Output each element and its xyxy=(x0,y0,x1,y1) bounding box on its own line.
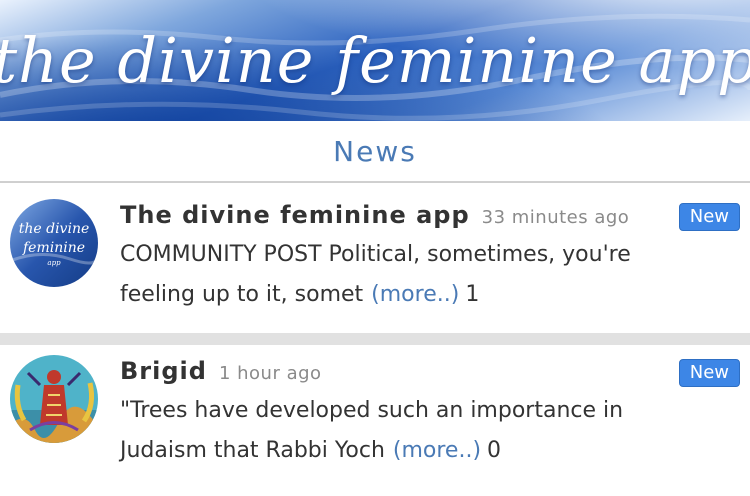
page-title: News xyxy=(333,134,417,168)
item-separator xyxy=(0,333,750,345)
post-excerpt: "Trees have developed such an importance… xyxy=(120,391,690,471)
page-header: News xyxy=(0,121,750,182)
new-badge: New xyxy=(678,203,740,231)
comment-count: 1 xyxy=(465,282,480,307)
post-excerpt: COMMUNITY POST Political, sometimes, you… xyxy=(120,235,690,315)
app-logo-icon: the divine feminine app xyxy=(10,199,98,287)
painting-icon xyxy=(10,355,98,443)
more-link[interactable]: (more..) xyxy=(371,282,459,307)
news-feed: the divine feminine app The divine femin… xyxy=(0,189,750,495)
post-author[interactable]: Brigid xyxy=(120,357,207,385)
app-banner: the divine feminine app xyxy=(0,0,750,121)
post-time: 1 hour ago xyxy=(218,363,322,384)
svg-text:feminine: feminine xyxy=(22,240,85,256)
app-logo-avatar[interactable]: the divine feminine app xyxy=(10,199,98,287)
svg-text:the divine: the divine xyxy=(19,221,90,237)
post-text: "Trees have developed such an importance… xyxy=(120,398,624,463)
divider xyxy=(0,182,750,189)
new-badge: New xyxy=(678,359,740,387)
post-time: 33 minutes ago xyxy=(481,207,630,228)
svg-text:app: app xyxy=(47,259,61,267)
comment-count: 0 xyxy=(487,438,502,463)
more-link[interactable]: (more..) xyxy=(393,438,481,463)
news-item[interactable]: Brigid 1 hour ago "Trees have developed … xyxy=(0,345,750,495)
post-author[interactable]: The divine feminine app xyxy=(120,201,470,229)
banner-title: the divine feminine app xyxy=(0,24,750,97)
painting-avatar[interactable] xyxy=(10,355,98,443)
news-item[interactable]: the divine feminine app The divine femin… xyxy=(0,189,750,333)
